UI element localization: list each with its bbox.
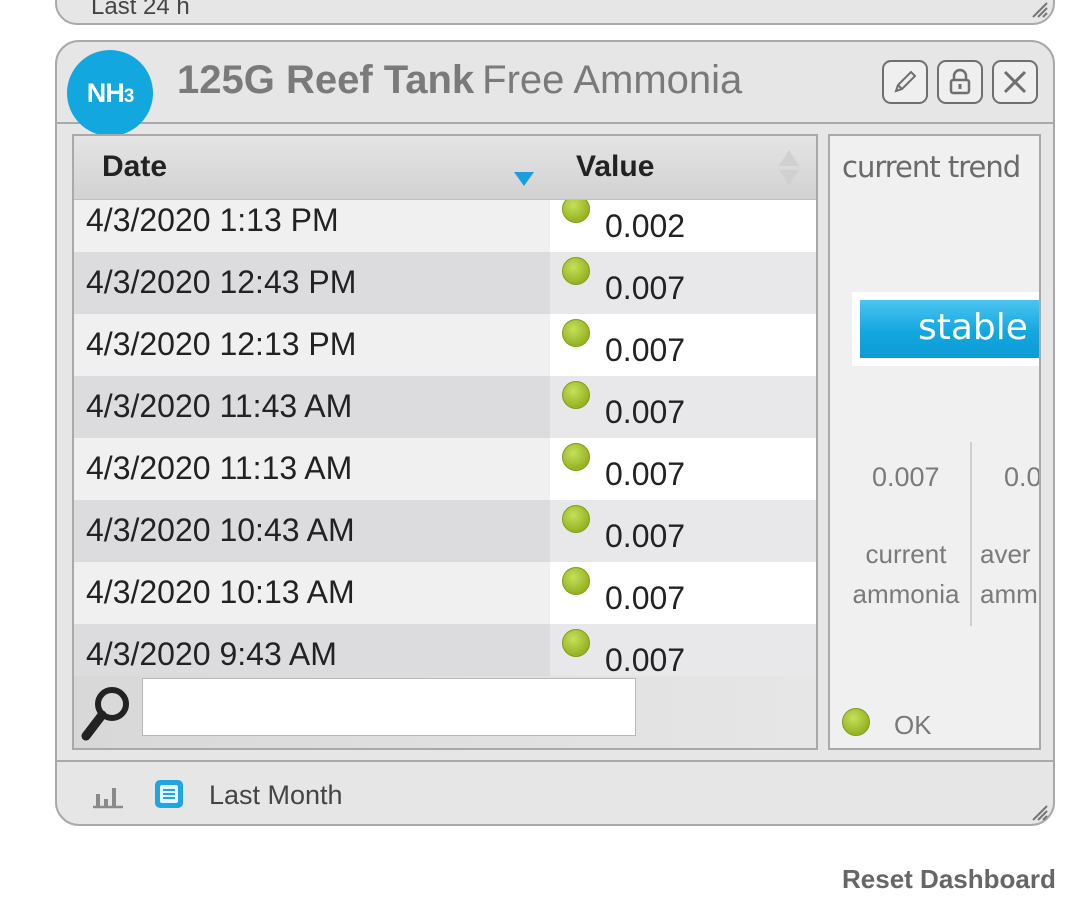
table-search-bar bbox=[74, 676, 816, 748]
row-value: 0.002 bbox=[605, 208, 686, 244]
status-ok-icon bbox=[562, 381, 590, 409]
parameter-name: Free Ammonia bbox=[482, 58, 743, 102]
column-header-date[interactable]: Date bbox=[102, 150, 167, 184]
table-row[interactable]: 4/3/2020 10:13 AM 0.007 bbox=[74, 562, 816, 624]
close-icon bbox=[1003, 70, 1027, 94]
edit-button[interactable] bbox=[882, 60, 928, 104]
status-ok-icon bbox=[842, 708, 870, 736]
row-value: 0.007 bbox=[605, 332, 686, 368]
badge-subscript: 3 bbox=[123, 86, 135, 107]
reset-dashboard-link[interactable]: Reset Dashboard bbox=[842, 864, 1056, 895]
average-ammonia-value: 0.0 bbox=[1004, 462, 1041, 492]
row-value: 0.007 bbox=[605, 270, 686, 306]
widget-title: 125G Reef Tank Free Ammonia bbox=[177, 58, 742, 103]
trend-title: current trend bbox=[842, 150, 1021, 184]
status-text: OK bbox=[894, 710, 932, 740]
status-ok-icon bbox=[562, 629, 590, 657]
column-header-value[interactable]: Value bbox=[576, 150, 654, 184]
table-row[interactable]: 4/3/2020 11:43 AM 0.007 bbox=[74, 376, 816, 438]
table-row[interactable]: 4/3/2020 10:43 AM 0.007 bbox=[74, 500, 816, 562]
lock-icon bbox=[949, 68, 971, 95]
trend-state-label: stable bbox=[860, 300, 1039, 358]
row-value: 0.007 bbox=[605, 642, 686, 676]
table-row[interactable]: 4/3/2020 11:13 AM 0.007 bbox=[74, 438, 816, 500]
trend-indicator: stable bbox=[852, 292, 1039, 366]
trend-panel: current trend stable 0.007 current ammon… bbox=[828, 134, 1041, 750]
pencil-icon bbox=[894, 70, 917, 93]
widget-header: 125G Reef Tank Free Ammonia bbox=[57, 42, 1053, 124]
row-date: 4/3/2020 11:13 AM bbox=[86, 450, 353, 486]
lock-button[interactable] bbox=[937, 60, 983, 104]
search-input[interactable] bbox=[142, 678, 636, 736]
current-ammonia-label: current ammonia bbox=[852, 539, 960, 609]
status-ok-icon bbox=[562, 505, 590, 533]
previous-range-label: Last 24 h bbox=[91, 0, 190, 20]
widget-footer: Last Month bbox=[57, 760, 1053, 826]
status-ok-icon bbox=[562, 257, 590, 285]
table-row[interactable]: 4/3/2020 12:43 PM 0.007 bbox=[74, 252, 816, 314]
stat-divider bbox=[970, 442, 972, 626]
row-date: 4/3/2020 1:13 PM bbox=[86, 202, 339, 238]
badge-symbol: NH bbox=[86, 77, 125, 108]
bar-chart-icon[interactable] bbox=[91, 780, 125, 810]
status-ok-icon bbox=[562, 443, 590, 471]
table-header: Date Value bbox=[74, 136, 816, 200]
row-date: 4/3/2020 10:13 AM bbox=[86, 574, 355, 610]
close-button[interactable] bbox=[992, 60, 1038, 104]
parameter-badge: NH 3 bbox=[67, 50, 153, 136]
row-value: 0.007 bbox=[605, 580, 686, 616]
resize-grip-icon[interactable] bbox=[1029, 0, 1049, 19]
time-range-label[interactable]: Last Month bbox=[209, 780, 343, 811]
row-value: 0.007 bbox=[605, 518, 686, 554]
sort-unsorted-icon[interactable] bbox=[776, 148, 802, 188]
resize-grip-icon[interactable] bbox=[1029, 802, 1049, 822]
average-ammonia-label: aver amm bbox=[980, 539, 1038, 609]
parameter-widget: 125G Reef Tank Free Ammonia NH 3 Date Va… bbox=[55, 40, 1055, 826]
previous-widget: Last 24 h bbox=[55, 0, 1055, 25]
row-date: 4/3/2020 12:43 PM bbox=[86, 264, 357, 300]
row-value: 0.007 bbox=[605, 456, 686, 492]
row-date: 4/3/2020 10:43 AM bbox=[86, 512, 355, 548]
list-view-icon[interactable] bbox=[153, 778, 185, 810]
sort-descending-icon[interactable] bbox=[514, 172, 534, 186]
row-date: 4/3/2020 12:13 PM bbox=[86, 326, 357, 362]
status-ok-icon bbox=[562, 567, 590, 595]
current-ammonia-value: 0.007 bbox=[872, 462, 940, 492]
tank-name: 125G Reef Tank bbox=[177, 58, 475, 102]
table-row[interactable]: 4/3/2020 12:13 PM 0.007 bbox=[74, 314, 816, 376]
search-icon bbox=[81, 687, 129, 741]
table-row[interactable]: 4/3/2020 9:43 AM 0.007 bbox=[74, 624, 816, 676]
row-value: 0.007 bbox=[605, 394, 686, 430]
table-row[interactable]: 4/3/2020 1:13 PM 0.002 bbox=[74, 200, 816, 252]
table-body: 4/3/2020 1:13 PM 0.002 4/3/2020 12:43 PM… bbox=[74, 200, 816, 676]
row-date: 4/3/2020 11:43 AM bbox=[86, 388, 353, 424]
readings-table: Date Value 4/3/2020 1:13 PM 0.002 4/3/20… bbox=[72, 134, 818, 750]
status-ok-icon bbox=[562, 200, 590, 223]
row-date: 4/3/2020 9:43 AM bbox=[86, 636, 337, 672]
status-ok-icon bbox=[562, 319, 590, 347]
